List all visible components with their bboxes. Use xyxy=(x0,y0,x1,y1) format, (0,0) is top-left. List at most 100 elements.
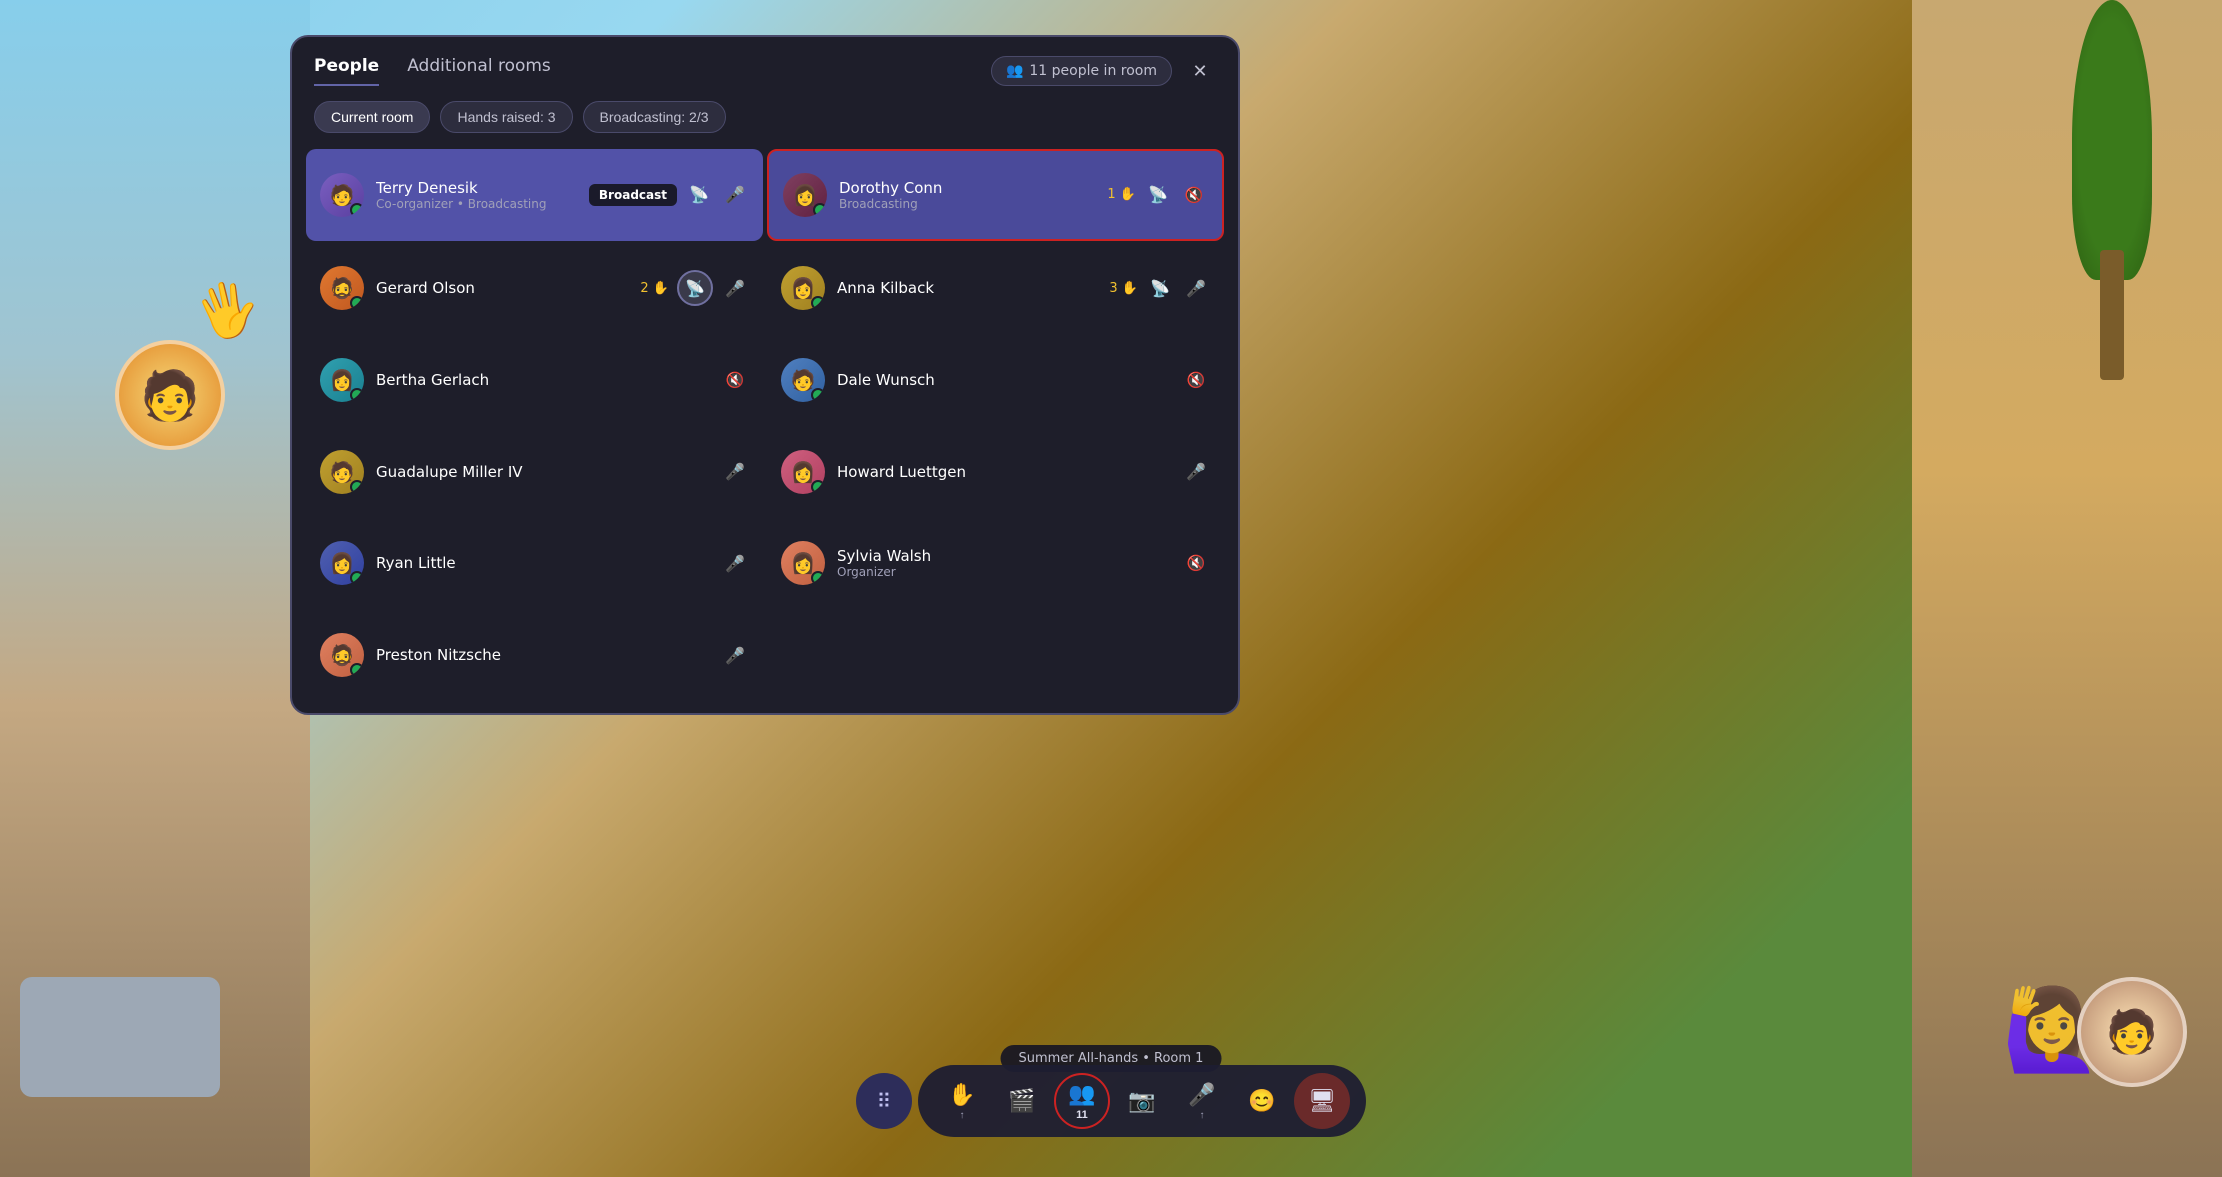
emoji-button[interactable]: 😊 xyxy=(1234,1073,1290,1129)
broadcast-icon[interactable]: 📡 xyxy=(1146,274,1174,302)
avatar-online-indicator xyxy=(811,296,825,310)
tab-people[interactable]: People xyxy=(314,56,379,86)
mic-on-icon[interactable]: 🎤 xyxy=(721,274,749,302)
hand-count: 1 ✋ xyxy=(1107,187,1136,202)
person-row[interactable]: 🧑Dale Wunsch🔇 xyxy=(767,336,1224,424)
person-name: Gerard Olson xyxy=(376,279,628,297)
avatar: 🧑 xyxy=(320,173,364,217)
avatar: 🧔 xyxy=(320,633,364,677)
person-actions: 1 ✋ 📡 🔇 xyxy=(1107,181,1208,209)
person-name: Bertha Gerlach xyxy=(376,371,709,389)
avatar-online-indicator xyxy=(811,480,825,494)
toolbar-main: ✋ ↑ 🎬 👥 11 📷 🎤 ↑ 😊 🖥 xyxy=(918,1065,1366,1137)
person-row[interactable]: 🧔Gerard Olson2 ✋📡🎤 xyxy=(306,245,763,333)
person-row[interactable]: 🧑 Terry DenesikCo-organizer • Broadcastin… xyxy=(306,149,763,241)
share-icon: 🎬 xyxy=(1008,1088,1035,1114)
apps-button[interactable]: ⠿ xyxy=(856,1073,912,1129)
close-button[interactable]: ✕ xyxy=(1184,55,1216,87)
people-icon: 👥 xyxy=(1006,63,1023,79)
avatar-online-indicator xyxy=(350,571,364,585)
mic-on-icon[interactable]: 🎤 xyxy=(721,458,749,486)
share-screen-button[interactable]: 🖥 xyxy=(1294,1073,1350,1129)
person-info: Bertha Gerlach xyxy=(376,371,709,389)
mic-on-icon[interactable]: 🎤 xyxy=(1182,274,1210,302)
avatar: 🧑 xyxy=(320,450,364,494)
people-grid: 🧑 Terry DenesikCo-organizer • Broadcastin… xyxy=(292,147,1238,713)
person-actions: 🎤 xyxy=(721,549,749,577)
person-row[interactable]: 👩Dorothy ConnBroadcasting1 ✋📡🔇 xyxy=(767,149,1224,241)
person-info: Ryan Little xyxy=(376,554,709,572)
person-actions: 🔇 xyxy=(1182,366,1210,394)
share-button[interactable]: 🎬 xyxy=(994,1073,1050,1129)
person-row[interactable]: 👩 Anna Kilback 3 ✋ 📡 🎤 xyxy=(767,245,1224,333)
mic-icon: 🎤 xyxy=(1188,1082,1215,1108)
avatar-online-indicator xyxy=(350,663,364,677)
avatar-right-character: 🧑 xyxy=(2077,977,2187,1087)
person-name: Anna Kilback xyxy=(837,279,1097,297)
person-row[interactable]: 👩 Bertha Gerlach 🔇 xyxy=(306,336,763,424)
person-info: Preston Nitzsche xyxy=(376,646,709,664)
tree-decoration xyxy=(2032,0,2192,400)
person-name: Preston Nitzsche xyxy=(376,646,709,664)
avatar: 👩 xyxy=(320,358,364,402)
person-name: Ryan Little xyxy=(376,554,709,572)
mic-label: ↑ xyxy=(1200,1110,1205,1121)
mic-muted-icon[interactable]: 🔇 xyxy=(1182,549,1210,577)
broadcast-icon[interactable]: 📡 xyxy=(685,181,713,209)
broadcast-icon[interactable]: 📡 xyxy=(677,270,713,306)
mic-muted-icon[interactable]: 🔇 xyxy=(1180,181,1208,209)
raise-hand-button[interactable]: ✋ ↑ xyxy=(934,1073,990,1129)
avatar: 👩 xyxy=(781,450,825,494)
person-info: Dale Wunsch xyxy=(837,371,1170,389)
avatar: 👩 xyxy=(783,173,827,217)
person-name: Dorothy Conn xyxy=(839,179,1095,197)
tab-additional-rooms[interactable]: Additional rooms xyxy=(407,56,551,86)
person-info: Howard Luettgen xyxy=(837,463,1170,481)
panel-header: People Additional rooms 👥 11 people in r… xyxy=(292,37,1238,87)
person-actions: 🎤 xyxy=(721,641,749,669)
avatar: 🧔 xyxy=(320,266,364,310)
hand-count: 3 ✋ xyxy=(1109,281,1138,296)
emoji-icon: 😊 xyxy=(1248,1088,1275,1114)
people-button[interactable]: 👥 11 xyxy=(1054,1073,1110,1129)
person-actions: 🔇 xyxy=(1182,549,1210,577)
mic-on-icon[interactable]: 🎤 xyxy=(721,181,749,209)
broadcast-icon[interactable]: 📡 xyxy=(1144,181,1172,209)
person-name: Dale Wunsch xyxy=(837,371,1170,389)
mic-muted-icon[interactable]: 🔇 xyxy=(1182,366,1210,394)
person-actions: 2 ✋📡🎤 xyxy=(640,270,749,306)
avatar-online-indicator xyxy=(811,388,825,402)
mic-on-icon[interactable]: 🎤 xyxy=(1182,458,1210,486)
avatar-online-indicator xyxy=(350,388,364,402)
person-row[interactable]: 🧑 Guadalupe Miller IV 🎤 xyxy=(306,428,763,516)
filter-current-room[interactable]: Current room xyxy=(314,101,430,133)
mic-on-icon[interactable]: 🎤 xyxy=(721,549,749,577)
avatar-online-indicator xyxy=(350,480,364,494)
person-actions: 🎤 xyxy=(1182,458,1210,486)
avatar: 👩 xyxy=(781,266,825,310)
mic-on-icon[interactable]: 🎤 xyxy=(721,641,749,669)
avatar-online-indicator xyxy=(813,203,827,217)
avatar-online-indicator xyxy=(350,203,364,217)
person-row[interactable]: 👩Ryan Little🎤 xyxy=(306,520,763,608)
mic-muted-icon[interactable]: 🔇 xyxy=(721,366,749,394)
toolbar: ⠿ ✋ ↑ 🎬 👥 11 📷 🎤 ↑ 😊 🖥 xyxy=(856,1065,1366,1137)
person-row[interactable]: 🧔 Preston Nitzsche 🎤 xyxy=(306,611,763,699)
mic-button[interactable]: 🎤 ↑ xyxy=(1174,1073,1230,1129)
avatar: 👩 xyxy=(781,541,825,585)
person-info: Guadalupe Miller IV xyxy=(376,463,709,481)
person-row[interactable]: 👩 Howard Luettgen 🎤 xyxy=(767,428,1224,516)
person-info: Terry DenesikCo-organizer • Broadcasting xyxy=(376,179,577,211)
filter-hands-raised[interactable]: Hands raised: 3 xyxy=(440,101,572,133)
filter-broadcasting[interactable]: Broadcasting: 2/3 xyxy=(583,101,726,133)
person-actions: 3 ✋ 📡 🎤 xyxy=(1109,274,1210,302)
raise-hand-label: ↑ xyxy=(960,1110,965,1121)
people-panel: People Additional rooms 👥 11 people in r… xyxy=(290,35,1240,715)
person-actions: 🎤 xyxy=(721,458,749,486)
people-count-badge: 👥 11 people in room xyxy=(991,56,1172,86)
avatar-left-character: 🧑 xyxy=(115,340,225,450)
person-row[interactable]: 👩Sylvia WalshOrganizer🔇 xyxy=(767,520,1224,608)
panel-tabs: People Additional rooms xyxy=(314,56,551,86)
camera-button[interactable]: 📷 xyxy=(1114,1073,1170,1129)
person-name: Howard Luettgen xyxy=(837,463,1170,481)
